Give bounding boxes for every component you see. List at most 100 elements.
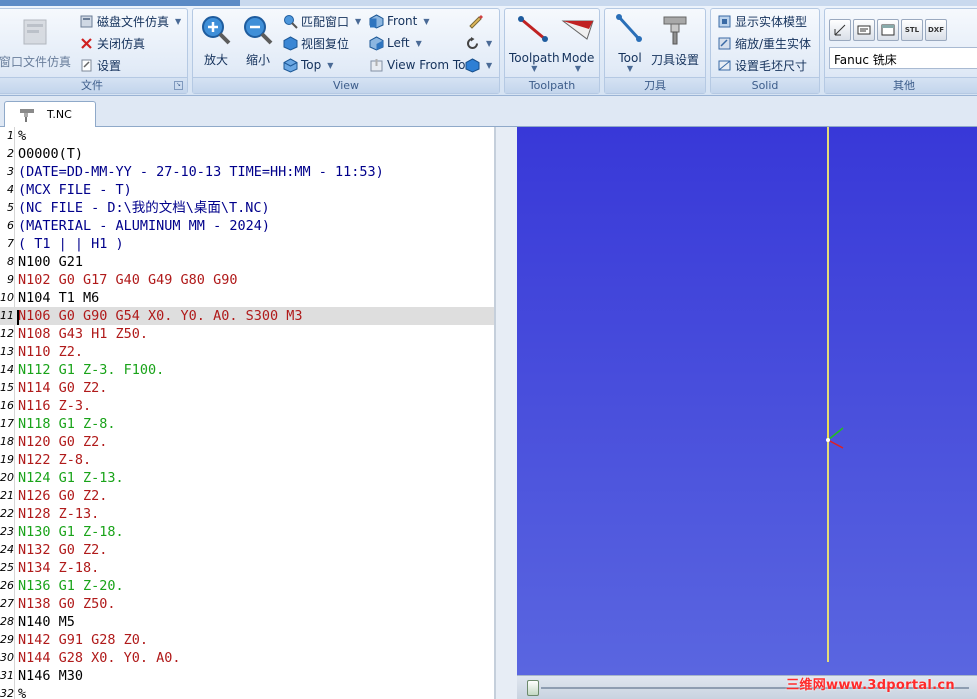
chevron-down-icon: ▼ <box>423 16 430 26</box>
tool-label: Tool <box>618 51 642 65</box>
zoom-regen-solid-button[interactable]: 缩放/重生实体 <box>717 33 811 53</box>
code-line[interactable]: 4 (MCX FILE - T) <box>0 181 494 199</box>
rotate-button[interactable]: ▼ <box>465 33 492 53</box>
pencil-icon[interactable] <box>467 13 483 29</box>
stl-label: STL <box>904 26 920 34</box>
top-view-button[interactable]: Top ▼ <box>283 55 333 75</box>
code-line[interactable]: 22 N128 Z-13. <box>0 505 494 523</box>
code-line[interactable]: 5 (NC FILE - D:\我的文档\桌面\T.NC) <box>0 199 494 217</box>
line-number: 19 <box>0 453 14 466</box>
ribbon-tab-bar <box>0 0 977 6</box>
mode-button[interactable]: Mode ▼ <box>561 13 595 73</box>
code-line[interactable]: 10 N104 T1 M6 <box>0 289 494 307</box>
cube-icon <box>283 35 298 51</box>
code-text: N104 T1 M6 <box>18 290 100 306</box>
machine-select[interactable]: Fanuc 铣床 <box>829 47 977 69</box>
code-line[interactable]: 17 N118 G1 Z-8. <box>0 415 494 433</box>
code-line[interactable]: 27 N138 G0 Z50. <box>0 595 494 613</box>
code-line[interactable]: 29 N142 G91 G28 Z0. <box>0 631 494 649</box>
tool-settings-button[interactable]: 刀具设置 <box>651 13 699 68</box>
3d-viewport[interactable] <box>517 127 977 675</box>
code-text: (MCX FILE - T) <box>18 182 132 198</box>
code-line[interactable]: 26 N136 G1 Z-20. <box>0 577 494 595</box>
code-line[interactable]: 6 (MATERIAL - ALUMINUM MM - 2024) <box>0 217 494 235</box>
stl-export-button[interactable]: STL <box>901 19 923 41</box>
shading-button[interactable]: ▼ <box>465 55 492 75</box>
active-ribbon-tab[interactable] <box>0 0 240 6</box>
line-number: 9 <box>7 273 14 286</box>
other-group-label: 其他 <box>825 77 977 93</box>
code-line[interactable]: 23 N130 G1 Z-18. <box>0 523 494 541</box>
toolpath-button[interactable]: Toolpath ▼ <box>509 13 560 73</box>
left-view-button[interactable]: Left ▼ <box>369 33 422 53</box>
window-file-sim-button[interactable]: 窗口文件仿真 <box>0 15 71 70</box>
line-number: 23 <box>0 525 14 538</box>
show-solid-label: 显示实体模型 <box>735 14 808 29</box>
code-text: N124 G1 Z-13. <box>18 470 124 486</box>
view-reset-button[interactable]: 视图复位 <box>283 33 349 53</box>
code-line[interactable]: 20 N124 G1 Z-13. <box>0 469 494 487</box>
other-group: STL DXF Fanuc 铣床 其他 <box>824 8 977 94</box>
simulation-slider-handle[interactable] <box>527 680 539 696</box>
file-tab[interactable]: T.NC <box>4 101 96 127</box>
close-sim-button[interactable]: 关闭仿真 <box>79 33 145 53</box>
code-line[interactable]: 12 N108 G43 H1 Z50. <box>0 325 494 343</box>
line-number: 29 <box>0 633 14 646</box>
window-view-button[interactable] <box>877 19 899 41</box>
code-line[interactable]: 3 (DATE=DD-MM-YY - 27-10-13 TIME=HH:MM - … <box>0 163 494 181</box>
front-view-button[interactable]: Front ▼ <box>369 11 430 31</box>
settings-label: 设置 <box>97 58 122 73</box>
line-number: 27 <box>0 597 14 610</box>
code-line[interactable]: 7 ( T1 | | H1 ) <box>0 235 494 253</box>
toolpath-label: Toolpath <box>509 51 560 65</box>
code-line[interactable]: 14 N112 G1 Z-3. F100. <box>0 361 494 379</box>
dxf-label: DXF <box>928 26 944 34</box>
line-number: 11 <box>0 309 14 322</box>
code-line[interactable]: 18 N120 G0 Z2. <box>0 433 494 451</box>
fit-window-button[interactable]: 匹配窗口 ▼ <box>283 11 361 31</box>
code-line[interactable]: 11 N106 G0 G90 G54 X0. Y0. A0. S300 M3 <box>0 307 494 325</box>
code-text: N106 G0 G90 G54 X0. Y0. A0. S300 M3 <box>18 308 303 324</box>
code-text: N108 G43 H1 Z50. <box>18 326 149 342</box>
dxf-export-button[interactable]: DXF <box>925 19 947 41</box>
tool-button[interactable]: Tool ▼ <box>613 13 647 73</box>
file-group-launcher-icon[interactable]: ↘ <box>174 81 183 90</box>
zoom-in-icon <box>202 16 231 45</box>
code-line[interactable]: 16 N116 Z-3. <box>0 397 494 415</box>
close-sim-icon <box>81 37 92 49</box>
code-line[interactable]: 15 N114 G0 Z2. <box>0 379 494 397</box>
solid-group-label: Solid <box>711 77 819 93</box>
code-text: N122 Z-8. <box>18 452 92 468</box>
code-line[interactable]: 31 N146 M30 <box>0 667 494 685</box>
line-number: 28 <box>0 615 14 628</box>
code-line[interactable]: 19 N122 Z-8. <box>0 451 494 469</box>
code-line[interactable]: 30 N144 G28 X0. Y0. A0. <box>0 649 494 667</box>
code-line[interactable]: 28 N140 M5 <box>0 613 494 631</box>
tool-settings-icon <box>663 16 687 45</box>
pane-splitter[interactable] <box>495 127 517 699</box>
chevron-down-icon: ▼ <box>327 60 334 70</box>
settings-button[interactable]: 设置 <box>79 55 121 75</box>
code-line[interactable]: 8 N100 G21 <box>0 253 494 271</box>
code-line[interactable]: 21 N126 G0 Z2. <box>0 487 494 505</box>
code-view-button[interactable] <box>853 19 875 41</box>
code-line[interactable]: 24 N132 G0 Z2. <box>0 541 494 559</box>
zoom-out-button[interactable]: 缩小 <box>241 13 275 68</box>
show-solid-button[interactable]: 显示实体模型 <box>717 11 807 31</box>
top-view-label: Top <box>301 58 322 72</box>
disk-file-sim-button[interactable]: 磁盘文件仿真 ▼ <box>79 11 181 31</box>
code-line[interactable]: 13 N110 Z2. <box>0 343 494 361</box>
code-line[interactable]: 2 O0000(T) <box>0 145 494 163</box>
code-line[interactable]: 9 N102 G0 G17 G40 G49 G80 G90 <box>0 271 494 289</box>
line-number: 5 <box>7 201 14 214</box>
front-view-cube-icon <box>369 13 384 29</box>
code-line[interactable]: 25 N134 Z-18. <box>0 559 494 577</box>
nc-code-editor[interactable]: 1% 2 O0000(T) 3 (DATE=DD-MM-YY - 27-10-13 TI… <box>0 127 495 699</box>
code-line[interactable]: 1% <box>0 127 494 145</box>
stock-size-button[interactable]: 设置毛坯尺寸 <box>717 55 807 75</box>
zoom-in-button[interactable]: 放大 <box>199 13 233 68</box>
view-from-tool-button[interactable]: View From Tool <box>369 55 476 75</box>
code-line[interactable]: 32% <box>0 685 494 699</box>
measure-button[interactable] <box>829 19 851 41</box>
zoom-in-label: 放大 <box>203 53 228 67</box>
